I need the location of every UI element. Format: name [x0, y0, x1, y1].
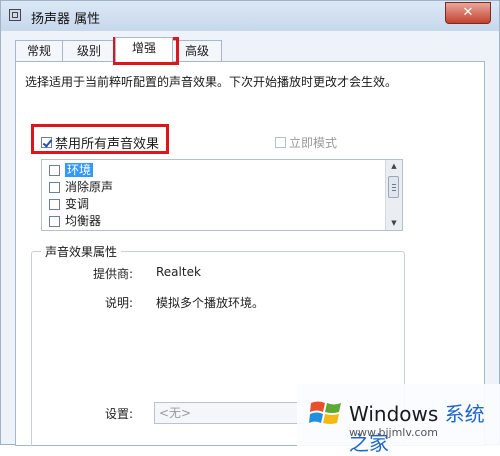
disable-all-effects-checkbox[interactable]: 禁用所有声音效果	[41, 133, 159, 152]
scroll-down-arrow-icon[interactable]: ▼	[386, 217, 402, 230]
provider-value: Realtek	[156, 265, 201, 279]
enhancements-description: 选择适用于当前粹听配置的声音效果。下次开始播放时更改才会生效。	[25, 75, 398, 89]
checkbox-unchecked-icon[interactable]	[49, 216, 60, 227]
close-icon: ✕	[462, 5, 474, 20]
checkbox-unchecked-icon[interactable]	[49, 182, 60, 193]
settings-label: 设置:	[105, 407, 134, 421]
immediate-mode-label: 立即模式	[289, 136, 338, 150]
title-bar[interactable]: 扬声器 属性 ✕	[1, 1, 499, 31]
close-button[interactable]: ✕	[445, 2, 491, 24]
list-item[interactable]: 均衡器	[49, 213, 101, 230]
list-item[interactable]: 消除原声	[49, 179, 113, 196]
description-value: 模拟多个播放环境。	[156, 296, 265, 310]
effect-label: 环境	[65, 163, 94, 177]
watermark-title-prefix: Windows	[349, 402, 439, 426]
watermark-url: www.bjjmlv.com	[349, 426, 438, 439]
grip-line	[392, 184, 396, 185]
scroll-up-arrow-icon[interactable]: ▲	[386, 160, 402, 173]
checkbox-unchecked-icon[interactable]	[49, 199, 60, 210]
list-scrollbar[interactable]: ▲ ▼	[385, 160, 402, 230]
immediate-mode-checkbox[interactable]: 立即模式	[275, 134, 337, 151]
description-label: 说明:	[105, 296, 134, 310]
tab-label: 高级	[184, 44, 209, 58]
settings-value: <无>	[159, 406, 192, 420]
tab-enhancements[interactable]: 增强	[115, 37, 173, 62]
list-item[interactable]: 环境	[49, 162, 94, 179]
window-title: 扬声器 属性	[31, 12, 101, 27]
checkbox-unchecked-icon[interactable]	[275, 137, 286, 148]
effect-label: 变调	[65, 197, 90, 211]
checkbox-checked-icon[interactable]	[41, 137, 52, 148]
effect-properties-title: 声音效果属性	[41, 243, 122, 260]
speaker-properties-dialog: 扬声器 属性 ✕ 常规 级别 增强 高级 选择适用于当前粹听配置的声音效果。下次…	[0, 0, 500, 455]
checkbox-unchecked-icon[interactable]	[49, 165, 60, 176]
tab-label: 级别	[76, 44, 101, 58]
sound-effects-list[interactable]: 环境 消除原声 变调 均衡器 ▲ ▼	[41, 159, 403, 231]
tab-label: 常规	[26, 44, 51, 58]
tab-general[interactable]: 常规	[15, 40, 63, 61]
settings-dropdown[interactable]: <无>	[154, 402, 314, 424]
grip-line	[392, 187, 396, 188]
tab-levels[interactable]: 级别	[62, 40, 116, 61]
tab-advanced[interactable]: 高级	[172, 40, 222, 61]
effect-label: 消除原声	[65, 180, 114, 194]
windows-logo-icon	[309, 401, 341, 424]
scroll-thumb[interactable]	[388, 176, 399, 198]
watermark: Windows 系统之家 www.bjjmlv.com	[297, 384, 500, 455]
provider-label: 提供商:	[93, 267, 134, 281]
tab-strip: 常规 级别 增强 高级	[15, 37, 255, 62]
tab-label: 增强	[131, 41, 156, 55]
disable-all-effects-label: 禁用所有声音效果	[55, 137, 160, 152]
list-item[interactable]: 变调	[49, 196, 89, 213]
speaker-window-icon	[9, 9, 21, 21]
effect-label: 均衡器	[65, 214, 102, 228]
grip-line	[392, 190, 396, 191]
